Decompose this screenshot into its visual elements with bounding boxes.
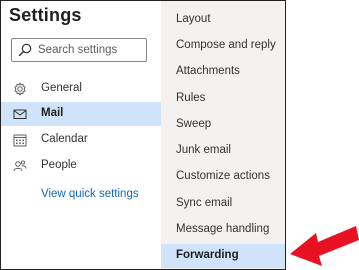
mail-item-label: Compose and reply bbox=[176, 39, 276, 51]
mail-item-label: Attachments bbox=[176, 65, 240, 77]
nav-item-general[interactable]: General bbox=[1, 77, 161, 101]
nav-item-calendar[interactable]: Calendar bbox=[1, 128, 161, 152]
mail-icon bbox=[13, 109, 27, 119]
mail-item-label: Sync email bbox=[176, 197, 233, 209]
nav-label: General bbox=[41, 82, 82, 94]
search-placeholder: Search settings bbox=[38, 44, 118, 56]
settings-title: Settings bbox=[9, 5, 82, 25]
mail-item-attachments[interactable]: Attachments bbox=[161, 60, 285, 84]
settings-window: Settings Search settings General Mail Ca… bbox=[0, 0, 286, 270]
mail-item-sync-email[interactable]: Sync email bbox=[161, 192, 285, 216]
mail-item-label: Rules bbox=[176, 92, 206, 104]
mail-item-rules[interactable]: Rules bbox=[161, 87, 285, 111]
mail-item-label: Sweep bbox=[176, 118, 212, 130]
nav-label: Mail bbox=[41, 107, 64, 119]
search-settings-input[interactable]: Search settings bbox=[11, 38, 147, 62]
search-icon bbox=[18, 43, 32, 57]
nav-item-people[interactable]: People bbox=[1, 154, 161, 178]
settings-left-pane: Settings Search settings General Mail Ca… bbox=[1, 1, 161, 269]
people-icon bbox=[13, 160, 27, 172]
mail-settings-pane: Layout Compose and reply Attachments Rul… bbox=[161, 1, 285, 269]
nav-item-mail[interactable]: Mail bbox=[1, 102, 161, 126]
gear-icon bbox=[14, 82, 26, 96]
annotation-arrow-icon bbox=[290, 226, 359, 266]
nav-label: Calendar bbox=[41, 133, 88, 145]
mail-item-label: Junk email bbox=[176, 144, 231, 156]
mail-item-forwarding[interactable]: Forwarding bbox=[161, 244, 285, 268]
mail-item-label: Forwarding bbox=[176, 249, 239, 261]
calendar-icon bbox=[13, 134, 27, 147]
mail-item-sweep[interactable]: Sweep bbox=[161, 113, 285, 137]
view-quick-settings-link[interactable]: View quick settings bbox=[41, 188, 139, 200]
mail-item-message-handling[interactable]: Message handling bbox=[161, 218, 285, 242]
mail-item-junk-email[interactable]: Junk email bbox=[161, 139, 285, 163]
mail-item-label: Layout bbox=[176, 13, 211, 25]
mail-item-label: Customize actions bbox=[176, 170, 270, 182]
nav-label: People bbox=[41, 159, 77, 171]
mail-item-layout[interactable]: Layout bbox=[161, 8, 285, 32]
mail-item-customize-actions[interactable]: Customize actions bbox=[161, 165, 285, 189]
mail-item-compose-and-reply[interactable]: Compose and reply bbox=[161, 34, 285, 58]
mail-item-label: Message handling bbox=[176, 223, 270, 235]
